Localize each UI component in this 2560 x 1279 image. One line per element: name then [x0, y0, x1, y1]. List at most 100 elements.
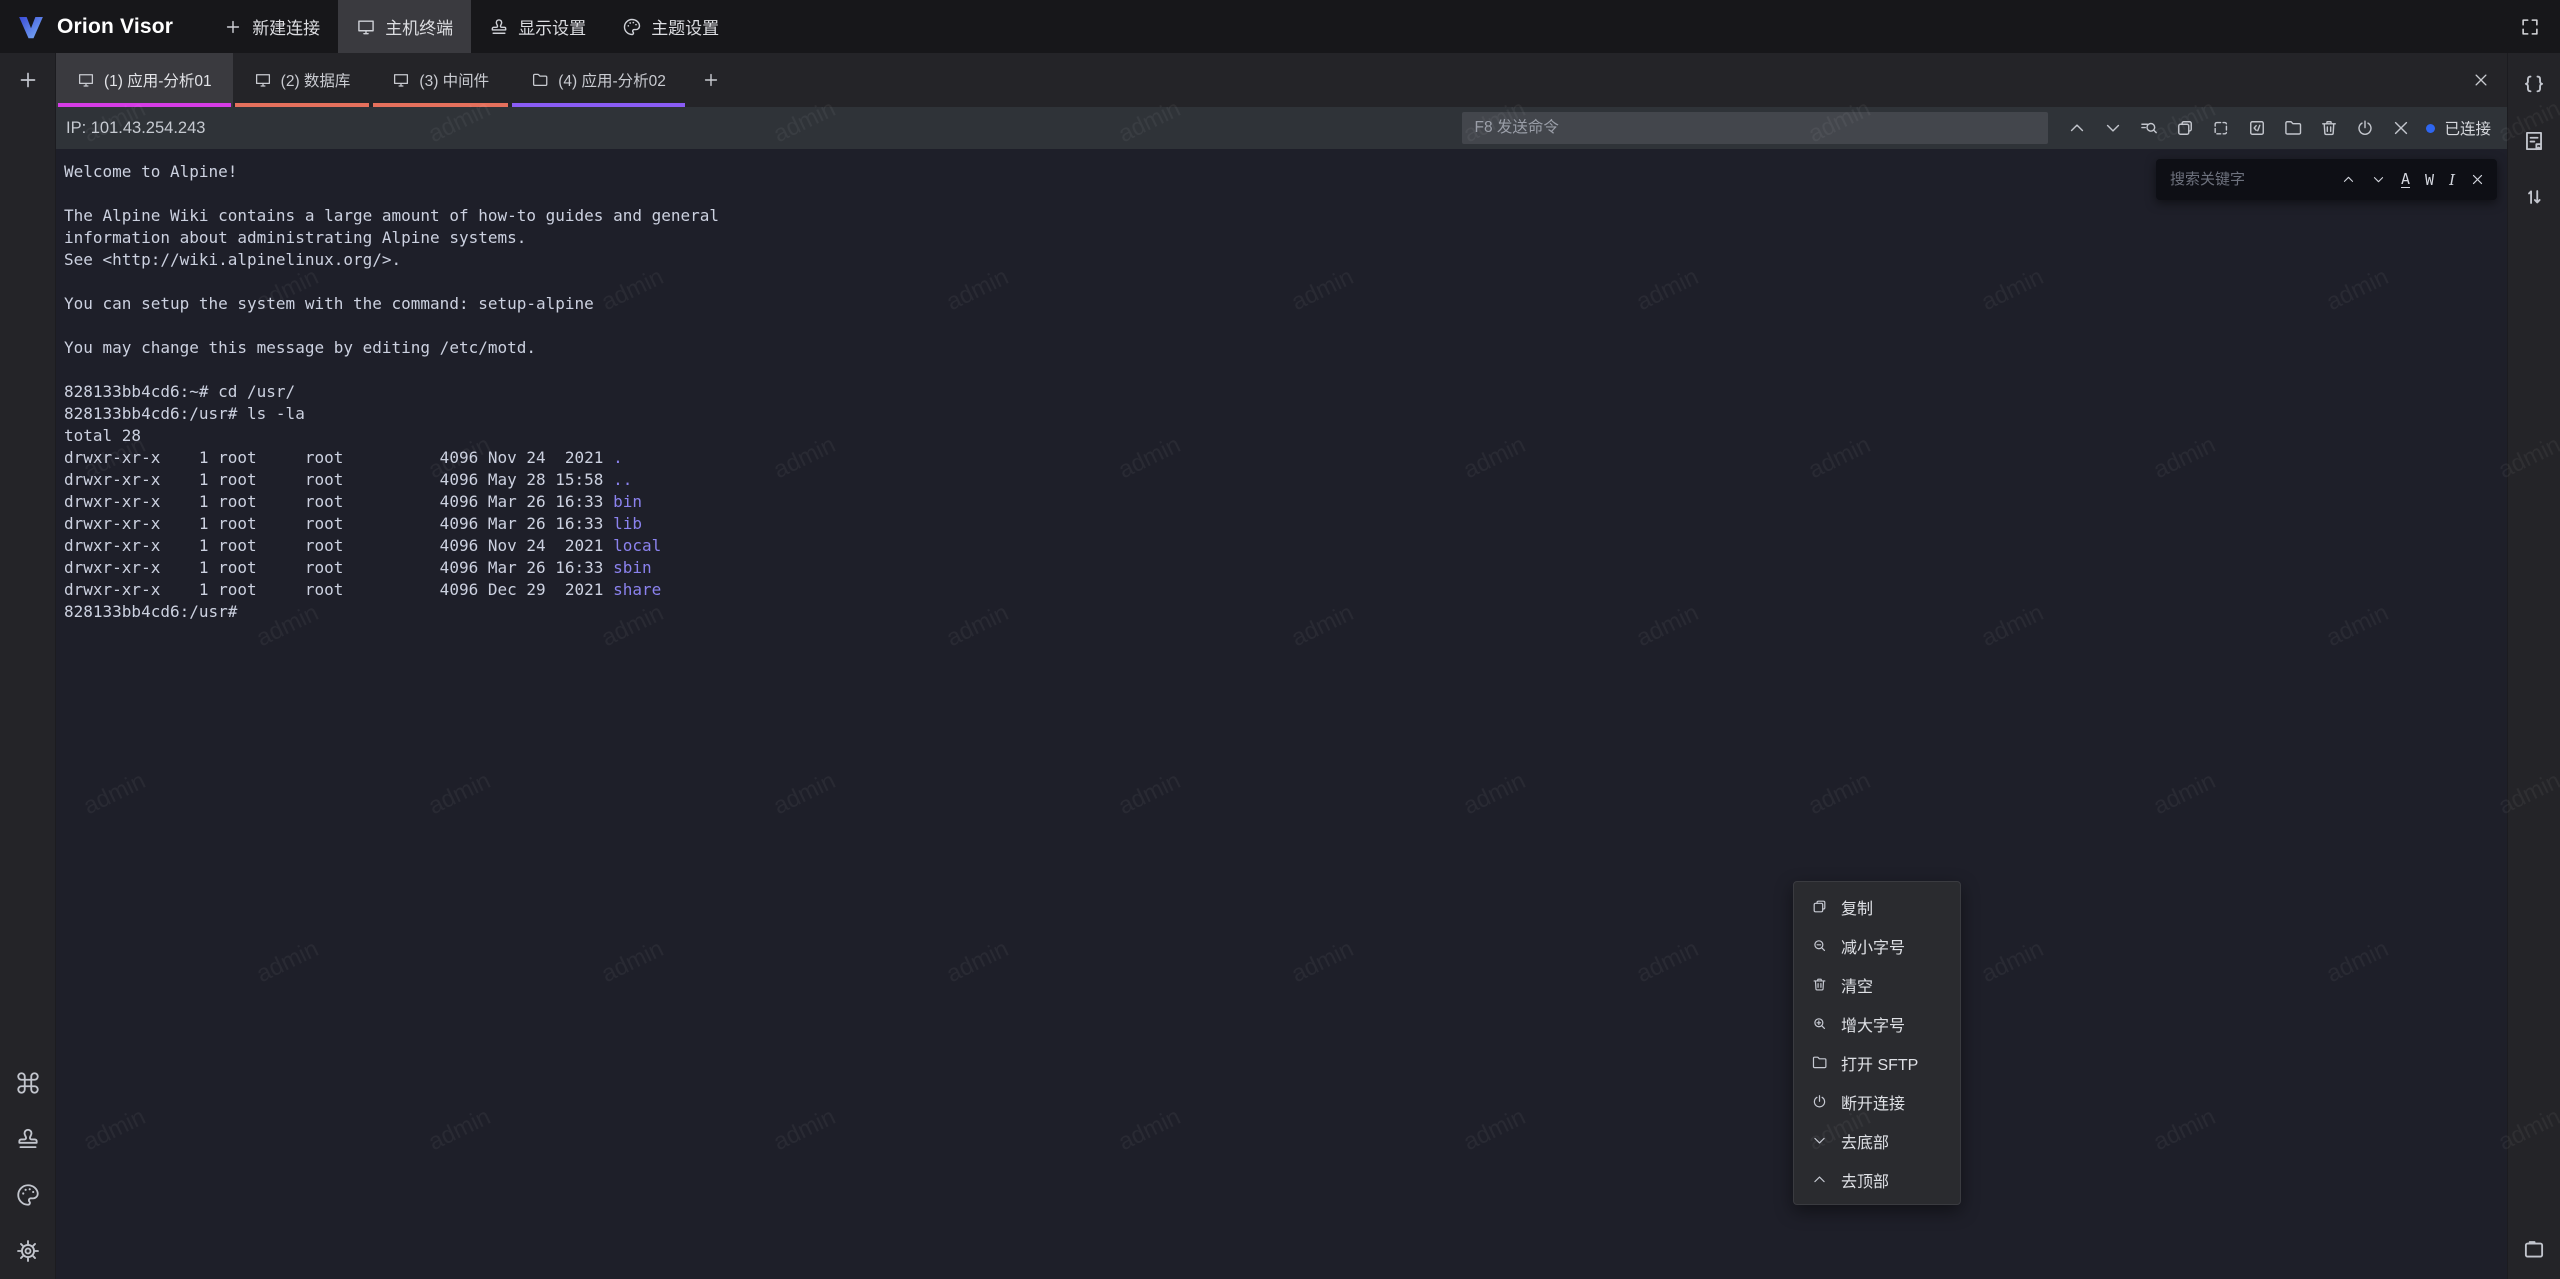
- terminal-text: You can setup the system with the comman…: [64, 294, 594, 313]
- doc-bookmark-icon[interactable]: [2516, 123, 2552, 159]
- chevron-up-icon: [1811, 1171, 1828, 1188]
- connection-status: 已连接: [2426, 117, 2491, 139]
- scroll-bottom-icon[interactable]: [2098, 113, 2128, 143]
- sftp-folder-icon[interactable]: [2278, 113, 2308, 143]
- terminal-line: You may change this message by editing /…: [64, 337, 2499, 359]
- plus-icon: [223, 17, 243, 37]
- terminal-text: drwxr-xr-x 1 root root 4096 Mar 26 16:33: [64, 514, 613, 533]
- ip-label: IP: 101.43.254.243: [56, 119, 1462, 138]
- terminal-search-box: AWI: [2156, 159, 2497, 200]
- terminal-text: 828133bb4cd6:~# cd /usr/: [64, 382, 295, 401]
- terminal-text: See <http://wiki.alpinelinux.org/>.: [64, 250, 401, 269]
- tab-(4) 应用-分析02[interactable]: (4) 应用-分析02: [510, 53, 687, 107]
- menu-go-top[interactable]: 去顶部: [1794, 1160, 1960, 1199]
- tabbar: (1) 应用-分析01 (2) 数据库 (3) 中间件(4) 应用-分析02: [56, 53, 2507, 107]
- menu-decrease-font[interactable]: 减小字号: [1794, 926, 1960, 965]
- terminal-line: 828133bb4cd6:~# cd /usr/: [64, 381, 2499, 403]
- nav-host-terminal[interactable]: 主机终端: [338, 0, 471, 53]
- nav-theme-settings[interactable]: 主题设置: [604, 0, 737, 53]
- menu-open-sftp[interactable]: 打开 SFTP: [1794, 1043, 1960, 1082]
- terminal-text: 828133bb4cd6:/usr#: [64, 602, 237, 621]
- terminal-line: drwxr-xr-x 1 root root 4096 Mar 26 16:33…: [64, 513, 2499, 535]
- terminal-text: You may change this message by editing /…: [64, 338, 536, 357]
- terminal-text: The Alpine Wiki contains a large amount …: [64, 206, 719, 225]
- screenshot-camera-icon[interactable]: [2516, 1231, 2552, 1267]
- app-title: Orion Visor: [57, 15, 173, 39]
- search-prev-icon[interactable]: [2341, 172, 2356, 187]
- folder-icon: [531, 71, 549, 89]
- stamp-icon[interactable]: [10, 1121, 46, 1157]
- search-icon[interactable]: [2134, 113, 2164, 143]
- tab-underline: [512, 103, 685, 107]
- terminal[interactable]: Welcome to Alpine! The Alpine Wiki conta…: [56, 149, 2507, 1279]
- shell: (1) 应用-分析01 (2) 数据库 (3) 中间件(4) 应用-分析02 IP:…: [0, 53, 2560, 1279]
- regex-icon[interactable]: I: [2449, 171, 2455, 189]
- brand: Orion Visor: [0, 0, 187, 53]
- nav-display-settings[interactable]: 显示设置: [471, 0, 604, 53]
- scroll-top-icon[interactable]: [2062, 113, 2092, 143]
- command-icon[interactable]: [10, 1065, 46, 1101]
- tab-label: (1) 应用-分析01: [104, 69, 212, 91]
- new-connection-icon[interactable]: [10, 62, 46, 98]
- fullscreen-icon[interactable]: [2500, 0, 2560, 53]
- status-dot: [2426, 124, 2435, 133]
- terminal-line: [64, 359, 2499, 381]
- line-sort-icon[interactable]: [2516, 179, 2552, 215]
- search-next-icon[interactable]: [2371, 172, 2386, 187]
- whole-word-icon[interactable]: W: [2425, 171, 2434, 189]
- search-close-icon[interactable]: [2470, 172, 2485, 187]
- terminal-text: drwxr-xr-x 1 root root 4096 Mar 26 16:33: [64, 558, 613, 577]
- braces-icon[interactable]: [2516, 67, 2552, 103]
- close-icon[interactable]: [2386, 113, 2416, 143]
- send-command-input[interactable]: [1462, 112, 2048, 144]
- terminal-line: total 28: [64, 425, 2499, 447]
- nav-new-connection[interactable]: 新建连接: [205, 0, 338, 53]
- terminal-line: See <http://wiki.alpinelinux.org/>.: [64, 249, 2499, 271]
- terminal-text: information about administrating Alpine …: [64, 228, 526, 247]
- menu-copy[interactable]: 复制: [1794, 887, 1960, 926]
- menu-disconnect[interactable]: 断开连接: [1794, 1082, 1960, 1121]
- nav-item-label: 主机终端: [385, 14, 453, 39]
- search-input[interactable]: [2168, 170, 2326, 189]
- chevron-down-icon: [1811, 1132, 1828, 1149]
- terminal-line: The Alpine Wiki contains a large amount …: [64, 205, 2499, 227]
- folder-icon: [1811, 1054, 1828, 1071]
- terminal-line: [64, 183, 2499, 205]
- terminal-text: .: [613, 448, 623, 467]
- app-root: Orion Visor 新建连接 主机终端显示设置 主题设置 (1) 应用-分析01…: [0, 0, 2560, 1279]
- nav-item-label: 主题设置: [651, 14, 719, 39]
- menu-item-label: 断开连接: [1841, 1090, 1905, 1114]
- clear-trash-icon[interactable]: [2314, 113, 2344, 143]
- tab-(3) 中间件[interactable]: (3) 中间件: [371, 53, 510, 107]
- paste-icon[interactable]: [2206, 113, 2236, 143]
- match-case-icon[interactable]: A: [2401, 172, 2410, 188]
- close-all-tabs-icon[interactable]: [2455, 53, 2507, 107]
- tab-(1) 应用-分析01[interactable]: (1) 应用-分析01: [56, 53, 233, 107]
- terminal-line: drwxr-xr-x 1 root root 4096 Dec 29 2021 …: [64, 579, 2499, 601]
- monitor-icon: [254, 71, 272, 89]
- left-sidebar-bottom: [10, 1065, 46, 1279]
- terminal-text: lib: [613, 514, 642, 533]
- status-label: 已连接: [2444, 117, 2491, 139]
- tab-(2) 数据库[interactable]: (2) 数据库: [233, 53, 372, 107]
- menu-item-label: 去顶部: [1841, 1168, 1889, 1192]
- settings-gear-icon[interactable]: [10, 1233, 46, 1269]
- menu-increase-font[interactable]: 增大字号: [1794, 1004, 1960, 1043]
- toolbar: IP: 101.43.254.243 已连接: [56, 107, 2507, 149]
- context-menu: 复制减小字号清空增大字号打开 SFTP 断开连接去底部去顶部: [1793, 881, 1961, 1205]
- terminal-line: 828133bb4cd6:/usr# ls -la: [64, 403, 2499, 425]
- disconnect-power-icon[interactable]: [2350, 113, 2380, 143]
- new-tab-button[interactable]: [687, 53, 735, 107]
- copy-icon[interactable]: [2170, 113, 2200, 143]
- tab-underline: [58, 103, 231, 107]
- menu-go-bottom[interactable]: 去底部: [1794, 1121, 1960, 1160]
- menu-item-label: 清空: [1841, 973, 1873, 997]
- tab-label: (2) 数据库: [281, 69, 351, 91]
- command-snippet-icon[interactable]: [2242, 113, 2272, 143]
- center-column: (1) 应用-分析01 (2) 数据库 (3) 中间件(4) 应用-分析02 IP:…: [56, 53, 2507, 1279]
- palette-icon[interactable]: [10, 1177, 46, 1213]
- tabs-container: (1) 应用-分析01 (2) 数据库 (3) 中间件(4) 应用-分析02: [56, 53, 687, 107]
- search-buttons: AWI: [2326, 171, 2485, 189]
- terminal-text: Welcome to Alpine!: [64, 162, 237, 181]
- menu-clear[interactable]: 清空: [1794, 965, 1960, 1004]
